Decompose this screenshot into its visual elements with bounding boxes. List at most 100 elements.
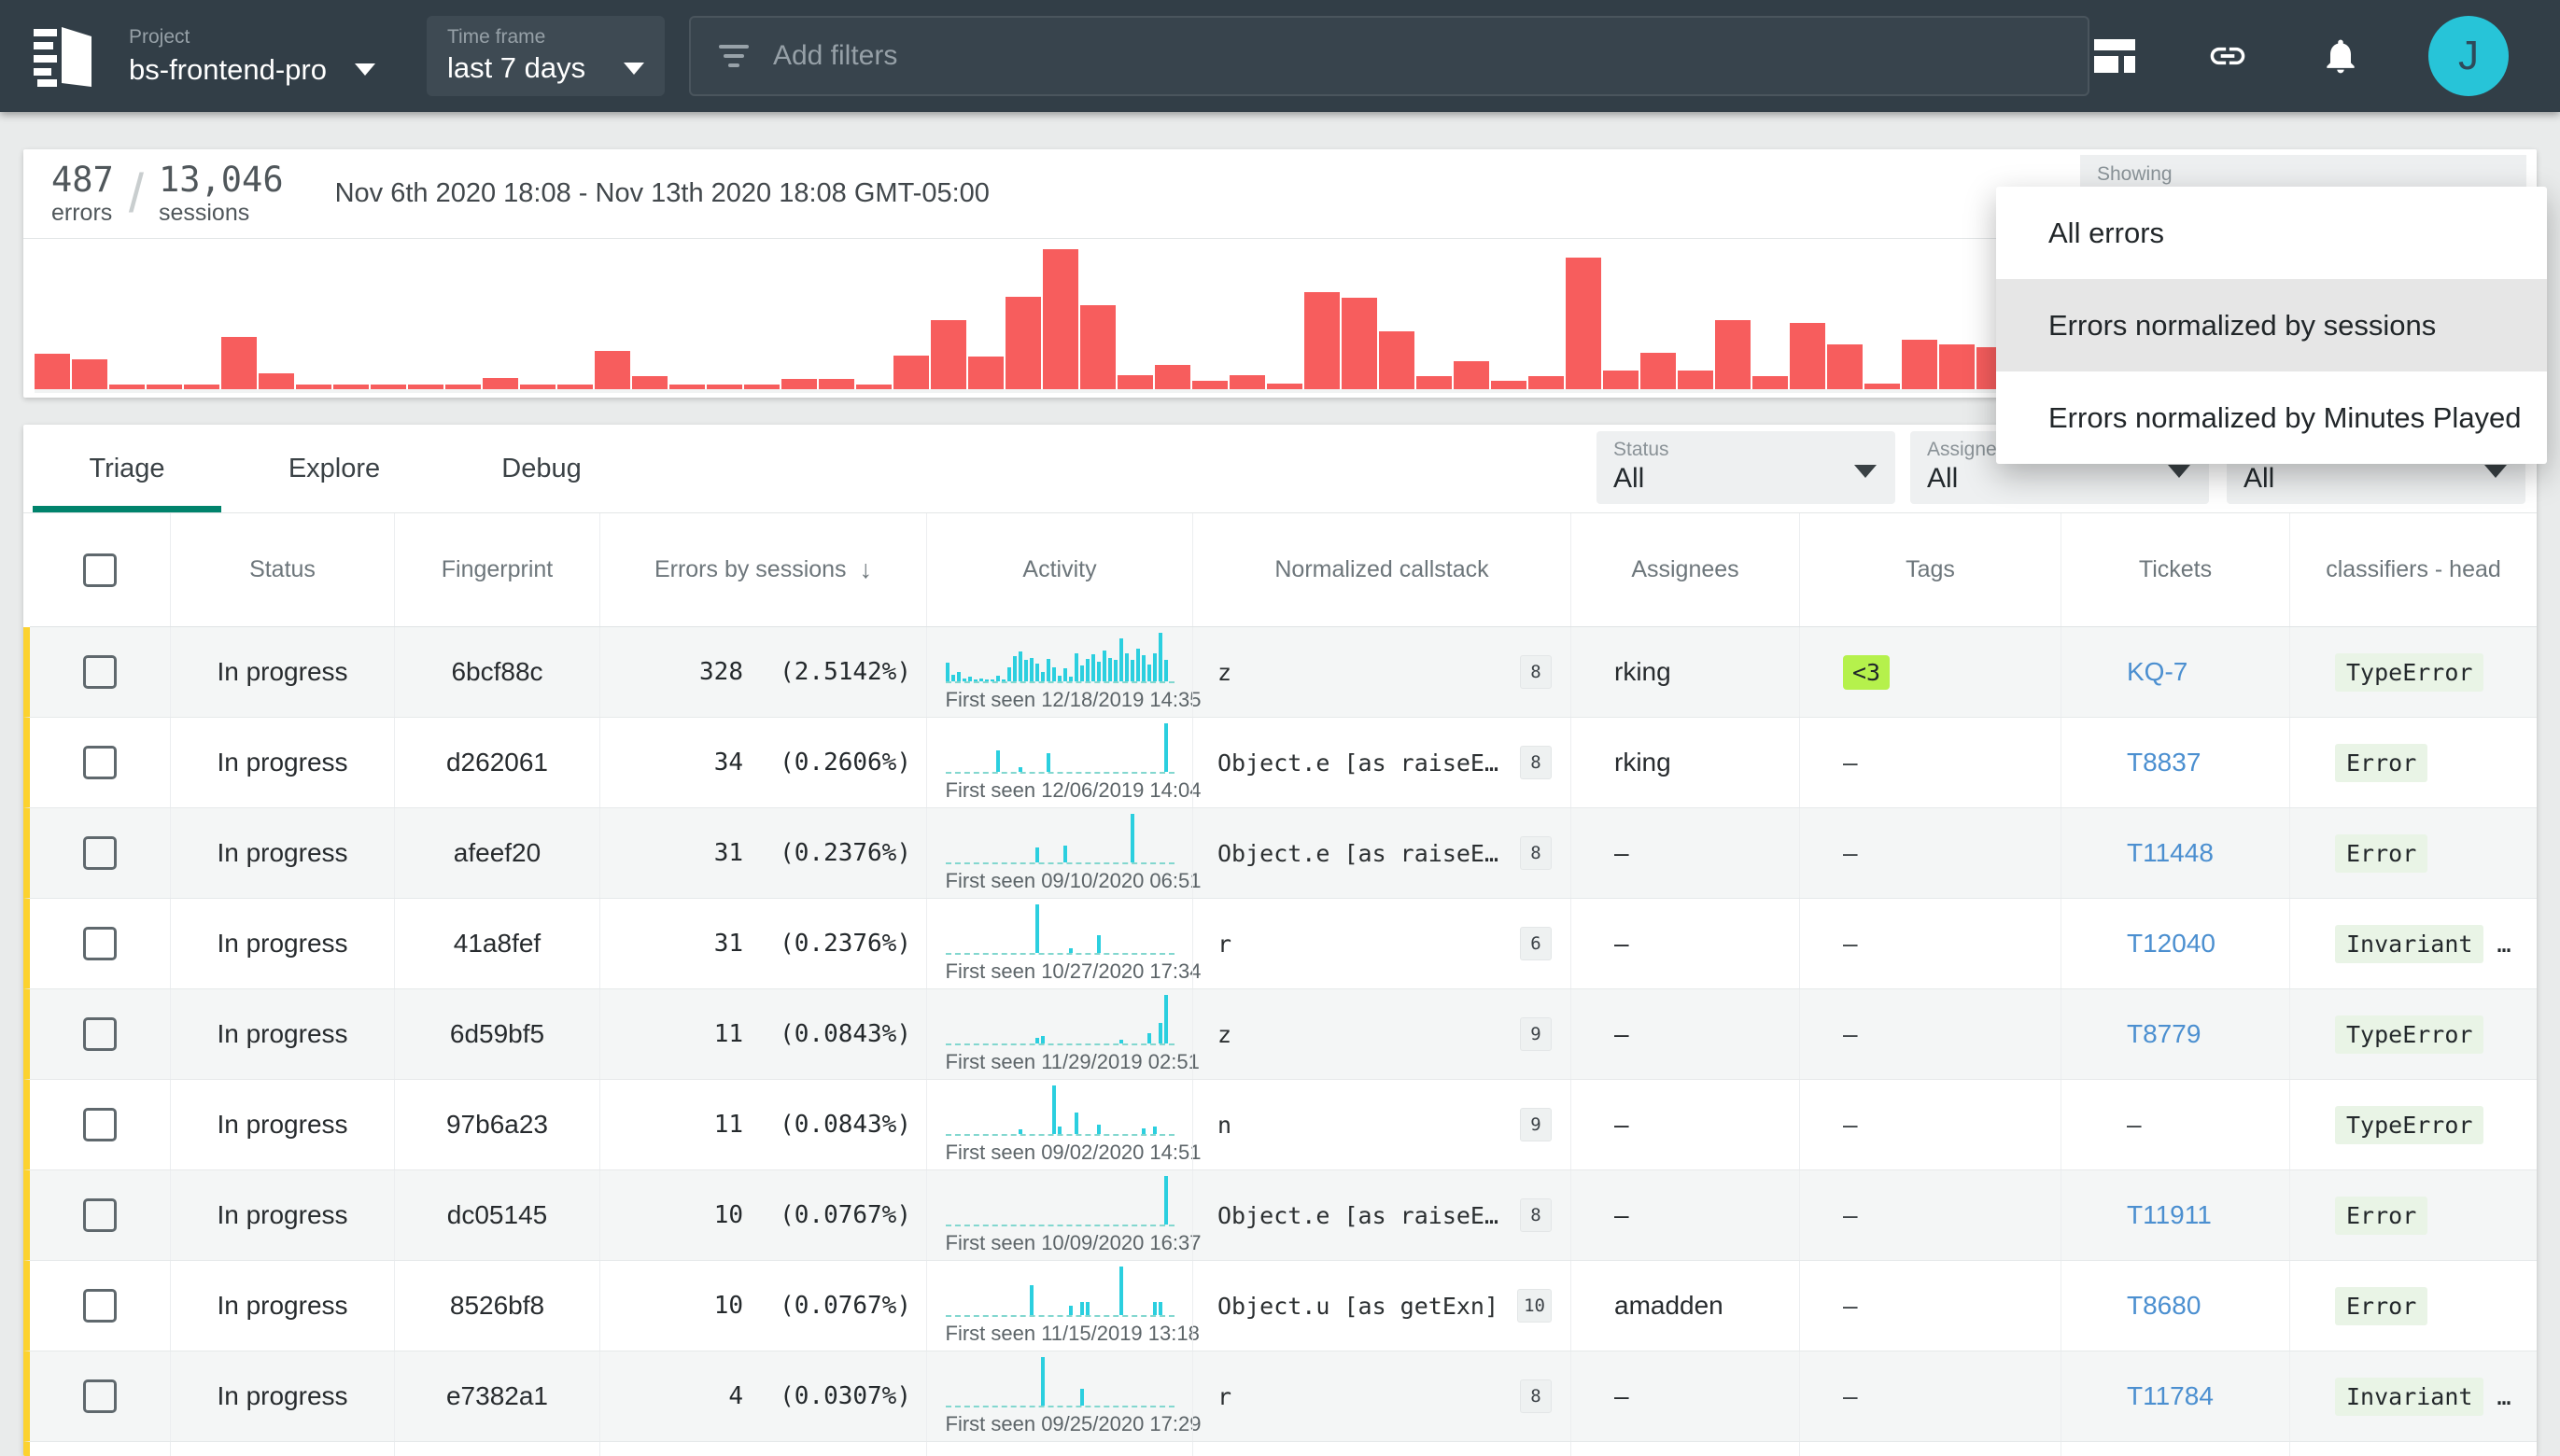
ticket-link[interactable]: T8779 — [2127, 1019, 2201, 1049]
column-header-errors-by-sessions[interactable]: Errors by sessions↓ — [599, 513, 926, 626]
no-tag-dash: – — [1843, 1110, 1858, 1140]
menu-option[interactable]: Errors normalized by sessions — [1996, 279, 2547, 371]
activity-cell: First seen 09/25/2020 17:29 — [926, 1351, 1192, 1441]
callstack-text: Object.e [as raiseErro… — [1217, 749, 1507, 777]
table-row[interactable]: In progress dc05145 10 (0.0767%) First s… — [23, 1170, 2537, 1261]
histogram-bar — [221, 337, 257, 389]
table-row[interactable]: In progress e7382a1 4 (0.0307%) First se… — [23, 1351, 2537, 1442]
table-row[interactable]: In progress afeef20 31 (0.2376%) First s… — [23, 808, 2537, 899]
table-row[interactable] — [23, 1442, 2537, 1456]
column-header-activity[interactable]: Activity — [926, 513, 1192, 626]
ticket-link[interactable]: T11448 — [2127, 838, 2214, 868]
menu-option[interactable]: Errors normalized by Minutes Played — [1996, 371, 2547, 464]
dashboard-icon[interactable] — [2094, 39, 2135, 73]
chevron-down-icon — [624, 63, 644, 75]
table-row[interactable]: In progress 41a8fef 31 (0.2376%) First s… — [23, 899, 2537, 989]
tab-debug[interactable]: Debug — [438, 425, 645, 512]
checkbox-cell — [30, 808, 170, 898]
ticket-link[interactable]: T8680 — [2127, 1291, 2201, 1321]
column-header-assignees[interactable]: Assignees — [1570, 513, 1799, 626]
status-filter[interactable]: StatusAll — [1596, 431, 1895, 504]
chevron-down-icon — [1854, 465, 1877, 478]
table-row[interactable]: In progress 6bcf88c 328 (2.5142%) First … — [23, 627, 2537, 718]
callstack-cell: Object.u [as getExn] 10 — [1192, 1261, 1570, 1351]
column-header-tags[interactable]: Tags — [1799, 513, 2061, 626]
sort-arrow-icon: ↓ — [860, 555, 873, 584]
user-avatar[interactable]: J — [2428, 16, 2509, 96]
status-cell: In progress — [170, 808, 394, 898]
bell-icon[interactable] — [2320, 34, 2361, 78]
table-row[interactable]: In progress d262061 34 (0.2606%) First s… — [23, 718, 2537, 808]
add-filters-placeholder: Add filters — [773, 40, 897, 72]
column-header-normalized-callstack[interactable]: Normalized callstack — [1192, 513, 1570, 626]
no-ticket-dash: – — [2127, 1110, 2142, 1140]
row-checkbox[interactable] — [83, 927, 117, 960]
triage-card: TriageExploreDebug StatusAllAssigneesAll… — [23, 425, 2537, 1456]
ticket-cell: – — [2061, 1080, 2289, 1169]
ticket-link[interactable]: T12040 — [2127, 929, 2215, 959]
table-row[interactable]: In progress 97b6a23 11 (0.0843%) First s… — [23, 1080, 2537, 1170]
no-tag-dash: – — [1843, 748, 1858, 777]
column-header-fingerprint[interactable]: Fingerprint — [394, 513, 599, 626]
ticket-link[interactable]: KQ-7 — [2127, 657, 2187, 687]
ticket-link[interactable]: T8837 — [2127, 748, 2201, 777]
row-checkbox[interactable] — [83, 836, 117, 870]
histogram-bar — [445, 385, 481, 389]
tab-explore[interactable]: Explore — [231, 425, 438, 512]
column-header-tickets[interactable]: Tickets — [2061, 513, 2289, 626]
ticket-link[interactable]: T11911 — [2127, 1200, 2212, 1230]
table-row[interactable]: In progress 8526bf8 10 (0.0767%) First s… — [23, 1261, 2537, 1351]
tab-triage[interactable]: Triage — [23, 425, 231, 512]
activity-cell: First seen 10/09/2020 16:37 — [926, 1170, 1192, 1260]
timeframe-selector[interactable]: Time frame last 7 days — [427, 16, 665, 96]
histogram-bar — [147, 385, 182, 389]
row-checkbox[interactable] — [83, 1379, 117, 1413]
tags-cell: <3 — [1799, 627, 2061, 717]
column-header-label: Normalized callstack — [1274, 556, 1488, 583]
table-row[interactable]: In progress 6d59bf5 11 (0.0843%) First s… — [23, 989, 2537, 1080]
activity-sparkline — [946, 1267, 1175, 1317]
no-tag-dash: – — [1843, 1381, 1858, 1411]
histogram-bar — [669, 385, 705, 389]
callstack-cell: r 8 — [1192, 1351, 1570, 1441]
error-count: 328 — [626, 658, 743, 686]
no-tag-dash: – — [1843, 929, 1858, 959]
checkbox-cell — [30, 1261, 170, 1351]
histogram-bar — [707, 385, 742, 389]
histogram-bar — [333, 385, 369, 389]
classifier-chip: TypeError — [2335, 1015, 2483, 1054]
column-header-classifiers-head[interactable]: classifiers - head — [2289, 513, 2537, 626]
column-header-label: Activity — [1022, 556, 1096, 583]
row-checkbox[interactable] — [83, 1017, 117, 1051]
fingerprint-cell: 8526bf8 — [394, 1261, 599, 1351]
row-checkbox[interactable] — [83, 746, 117, 779]
frame-count-badge: 8 — [1520, 836, 1552, 870]
ticket-link[interactable]: T11784 — [2127, 1381, 2214, 1411]
no-tag-dash: – — [1843, 838, 1858, 868]
histogram-bar — [1267, 384, 1302, 389]
project-selector[interactable]: Project bs-frontend-pro — [129, 25, 375, 86]
select-all-checkbox[interactable] — [83, 553, 117, 587]
row-checkbox[interactable] — [83, 655, 117, 689]
add-filters-input[interactable]: Add filters — [689, 16, 2089, 96]
classifier-chip: Invariant — [2335, 1378, 2483, 1416]
errors-by-sessions-cell: 328 (2.5142%) — [599, 627, 926, 717]
activity-cell: First seen 09/02/2020 14:51 — [926, 1080, 1192, 1169]
column-header-label: Status — [249, 556, 316, 583]
row-checkbox[interactable] — [83, 1108, 117, 1141]
row-checkbox[interactable] — [83, 1198, 117, 1232]
histogram-bar — [1155, 365, 1190, 389]
column-header-label: Tags — [1906, 556, 1955, 583]
menu-option[interactable]: All errors — [1996, 187, 2547, 279]
errors-by-sessions-cell: 31 (0.2376%) — [599, 899, 926, 988]
backtrace-logo-icon[interactable] — [34, 25, 91, 87]
tag-chip[interactable]: <3 — [1843, 655, 1890, 690]
tags-cell: – — [1799, 1170, 2061, 1260]
histogram-bar — [1640, 353, 1676, 389]
link-icon[interactable] — [2202, 35, 2253, 77]
row-checkbox[interactable] — [83, 1289, 117, 1323]
column-header-select[interactable] — [30, 513, 170, 626]
ticket-cell: T8837 — [2061, 718, 2289, 807]
histogram-bar — [1192, 381, 1228, 389]
column-header-status[interactable]: Status — [170, 513, 394, 626]
